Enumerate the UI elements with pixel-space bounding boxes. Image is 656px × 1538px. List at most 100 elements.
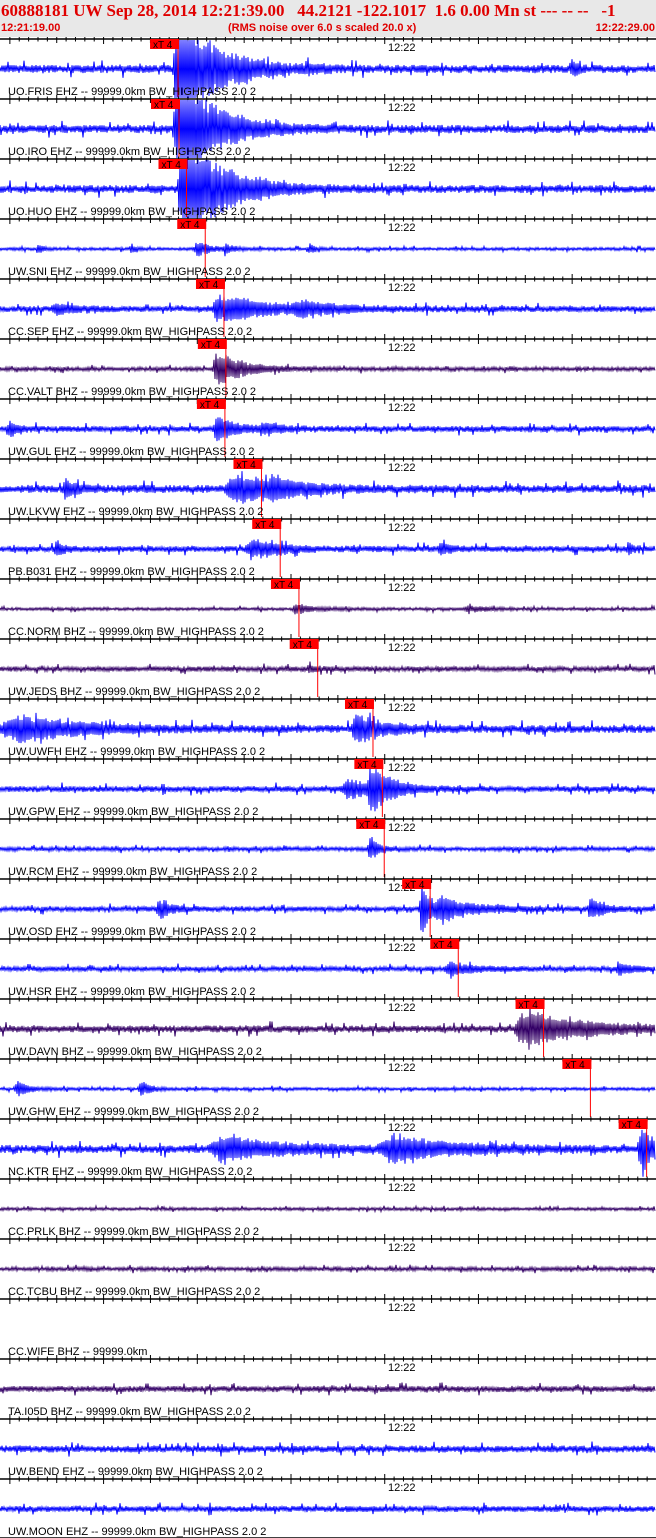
waveform-trace — [0, 353, 656, 385]
waveform-trace — [0, 1502, 656, 1516]
pick-label: xT 4 — [519, 1000, 539, 1011]
station-label: PB.B031 EHZ -- 99999.0km BW_HIGHPASS 2.0… — [8, 566, 255, 578]
station-panel: 12:22 CC.WIFE BHZ -- 99999.0km — [0, 1294, 656, 1358]
tick-label: 12:22 — [388, 1302, 416, 1314]
pick-label: xT 4 — [359, 820, 379, 831]
tick-label: 12:22 — [388, 642, 416, 654]
station-label: UW.SNI EHZ -- 99999.0km BW_HIGHPASS 2.0 … — [8, 266, 250, 278]
station-panel: 12:22 UW.MOON EHZ -- 99999.0km BW_HIGHPAS… — [0, 1474, 656, 1538]
station-panel: 12:22 xT 4 UW.GHW EHZ -- 99999.0km BW_HIGH… — [0, 1054, 656, 1118]
header: 60888181 UW Sep 28, 2014 12:21:39.00 44.… — [0, 0, 656, 37]
waveform-trace — [0, 603, 656, 615]
station-label: CC.NORM BHZ -- 99999.0km BW_HIGHPASS 2.0… — [8, 626, 264, 638]
station-panel: 12:22 UW.BEND EHZ -- 99999.0km BW_HIGHPAS… — [0, 1414, 656, 1478]
station-label: UW.LKVW EHZ -- 99999.0km BW_HIGHPASS 2.0… — [8, 506, 263, 518]
station-label: TA.I05D BHZ -- 99999.0km BW_HIGHPASS 2.0… — [8, 1406, 251, 1418]
tick-label: 12:22 — [388, 1182, 416, 1194]
tick-label: 12:22 — [388, 1122, 416, 1134]
station-panel: 12:22 CC.TCBU BHZ -- 99999.0km BW_HIGHPAS… — [0, 1234, 656, 1298]
waveform-trace — [0, 1441, 656, 1457]
scale-note: (RMS noise over 6.0 s scaled 20.0 x) — [228, 22, 417, 34]
station-label: UW.GHW EHZ -- 99999.0km BW_HIGHPASS 2.0 … — [8, 1106, 259, 1118]
station-panel: 12:22 xT 4 UW.RCM EHZ -- 99999.0km BW_HIGH… — [0, 814, 656, 878]
station-panel: 12:22 xT 4 UW.HSR EHZ -- 99999.0km BW_HIGH… — [0, 934, 656, 998]
tick-label: 12:22 — [388, 1062, 416, 1074]
end-time: 12:22:29.00 — [595, 22, 655, 34]
station-label: UW.HSR EHZ -- 99999.0km BW_HIGHPASS 2.0 … — [8, 986, 255, 998]
waveform-trace — [0, 1382, 656, 1396]
station-label: UO.FRIS EHZ -- 99999.0km BW_HIGHPASS 2.0… — [8, 86, 256, 98]
station-label: UW.UWFH EHZ -- 99999.0km BW_HIGHPASS 2.0… — [8, 746, 265, 758]
waveform-trace — [0, 836, 656, 858]
station-panel: 12:22 xT 4 CC.SEP EHZ -- 99999.0km BW_HIGH… — [0, 274, 656, 338]
station-panel: 12:22 CC.PRLK BHZ -- 99999.0km BW_HIGHPAS… — [0, 1174, 656, 1238]
pick-label: xT 4 — [153, 40, 173, 51]
tick-label: 12:22 — [388, 942, 416, 954]
station-panel: 12:22 xT 4 UW.GUL EHZ -- 99999.0km BW_HIGH… — [0, 394, 656, 458]
pick-label: xT 4 — [180, 220, 200, 231]
station-panel: 12:22 xT 4 UW.LKVW EHZ -- 99999.0km BW_HIG… — [0, 454, 656, 518]
seismogram-panels: 12:22 xT 4 UO.FRIS EHZ -- 99999.0km BW_HIG… — [0, 37, 656, 1538]
station-panel: 12:22 xT 4 UW.GPW EHZ -- 99999.0km BW_HIGH… — [0, 754, 656, 818]
waveform-trace — [0, 1204, 656, 1214]
station-label: CC.TCBU BHZ -- 99999.0km BW_HIGHPASS 2.0… — [8, 1286, 260, 1298]
waveform-trace — [0, 884, 656, 933]
station-panel: 12:22 xT 4 CC.NORM BHZ -- 99999.0km BW_HIG… — [0, 574, 656, 638]
waveform-trace — [0, 661, 656, 675]
event-title: 60888181 UW Sep 28, 2014 12:21:39.00 44.… — [1, 1, 616, 20]
station-label: CC.SEP EHZ -- 99999.0km BW_HIGHPASS 2.0 … — [8, 326, 252, 338]
tick-label: 12:22 — [388, 702, 416, 714]
pick-label: xT 4 — [236, 460, 256, 471]
tick-label: 12:22 — [388, 162, 416, 174]
waveform-trace — [0, 294, 656, 322]
pick-label: xT 4 — [200, 400, 220, 411]
waveform-trace — [0, 417, 656, 442]
pick-label: xT 4 — [161, 160, 181, 171]
tick-label: 12:22 — [388, 282, 416, 294]
station-panel: 12:22 TA.I05D BHZ -- 99999.0km BW_HIGHPAS… — [0, 1354, 656, 1418]
tick-label: 12:22 — [388, 42, 416, 54]
station-label: UO.HUO EHZ -- 99999.0km BW_HIGHPASS 2.0 … — [8, 206, 255, 218]
tick-label: 12:22 — [388, 462, 416, 474]
tick-label: 12:22 — [388, 222, 416, 234]
pick-label: xT 4 — [201, 340, 221, 351]
pick-label: xT 4 — [199, 280, 219, 291]
station-label: UO.IRO EHZ -- 99999.0km BW_HIGHPASS 2.0 … — [8, 146, 250, 158]
station-label: UW.GUL EHZ -- 99999.0km BW_HIGHPASS 2.0 … — [8, 446, 254, 458]
station-label: UW.RCM EHZ -- 99999.0km BW_HIGHPASS 2.0 … — [8, 866, 257, 878]
pick-label: xT 4 — [622, 1120, 642, 1131]
station-panel: 12:22 xT 4 UO.FRIS EHZ -- 99999.0km BW_HIG… — [0, 37, 656, 99]
station-label: UW.MOON EHZ -- 99999.0km BW_HIGHPASS 2.0… — [8, 1526, 266, 1538]
station-label: UW.OSD EHZ -- 99999.0km BW_HIGHPASS 2.0 … — [8, 926, 256, 938]
pick-label: xT 4 — [154, 100, 174, 111]
station-panel: 12:22 xT 4 UO.IRO EHZ -- 99999.0km BW_HIGH… — [0, 94, 656, 159]
station-label: CC.WIFE BHZ -- 99999.0km — [8, 1346, 147, 1358]
station-label: UW.BEND EHZ -- 99999.0km BW_HIGHPASS 2.0… — [8, 1466, 263, 1478]
start-time: 12:21:19.00 — [1, 22, 61, 34]
waveform-trace — [0, 471, 656, 504]
tick-label: 12:22 — [388, 402, 416, 414]
station-label: NC.KTR EHZ -- 99999.0km BW_HIGHPASS 2.0 … — [8, 1166, 252, 1178]
tick-label: 12:22 — [388, 102, 416, 114]
tick-label: 12:22 — [388, 522, 416, 534]
station-panel: 12:22 xT 4 UO.HUO EHZ -- 99999.0km BW_HIGH… — [0, 154, 656, 219]
tick-label: 12:22 — [388, 1002, 416, 1014]
waveform-trace — [0, 1081, 656, 1097]
station-panel: 12:22 xT 4 UW.SNI EHZ -- 99999.0km BW_HIGH… — [0, 214, 656, 278]
waveform-trace — [0, 242, 656, 257]
pick-label: xT 4 — [357, 760, 377, 771]
waveform-trace — [0, 1264, 656, 1274]
station-panel: 12:22 xT 4 UW.DAVN BHZ -- 99999.0km BW_HIG… — [0, 994, 656, 1058]
station-label: UW.GPW EHZ -- 99999.0km BW_HIGHPASS 2.0 … — [8, 806, 258, 818]
tick-label: 12:22 — [388, 582, 416, 594]
pick-label: xT 4 — [405, 880, 425, 891]
pick-label: xT 4 — [433, 940, 453, 951]
pick-label: xT 4 — [348, 700, 368, 711]
tick-label: 12:22 — [388, 1482, 416, 1494]
waveform-trace — [0, 1006, 656, 1050]
pick-label: xT 4 — [565, 1060, 585, 1071]
pick-label: xT 4 — [274, 580, 294, 591]
waveform-trace — [0, 712, 656, 744]
tick-label: 12:22 — [388, 342, 416, 354]
station-label: UW.DAVN BHZ -- 99999.0km BW_HIGHPASS 2.0… — [8, 1046, 262, 1058]
